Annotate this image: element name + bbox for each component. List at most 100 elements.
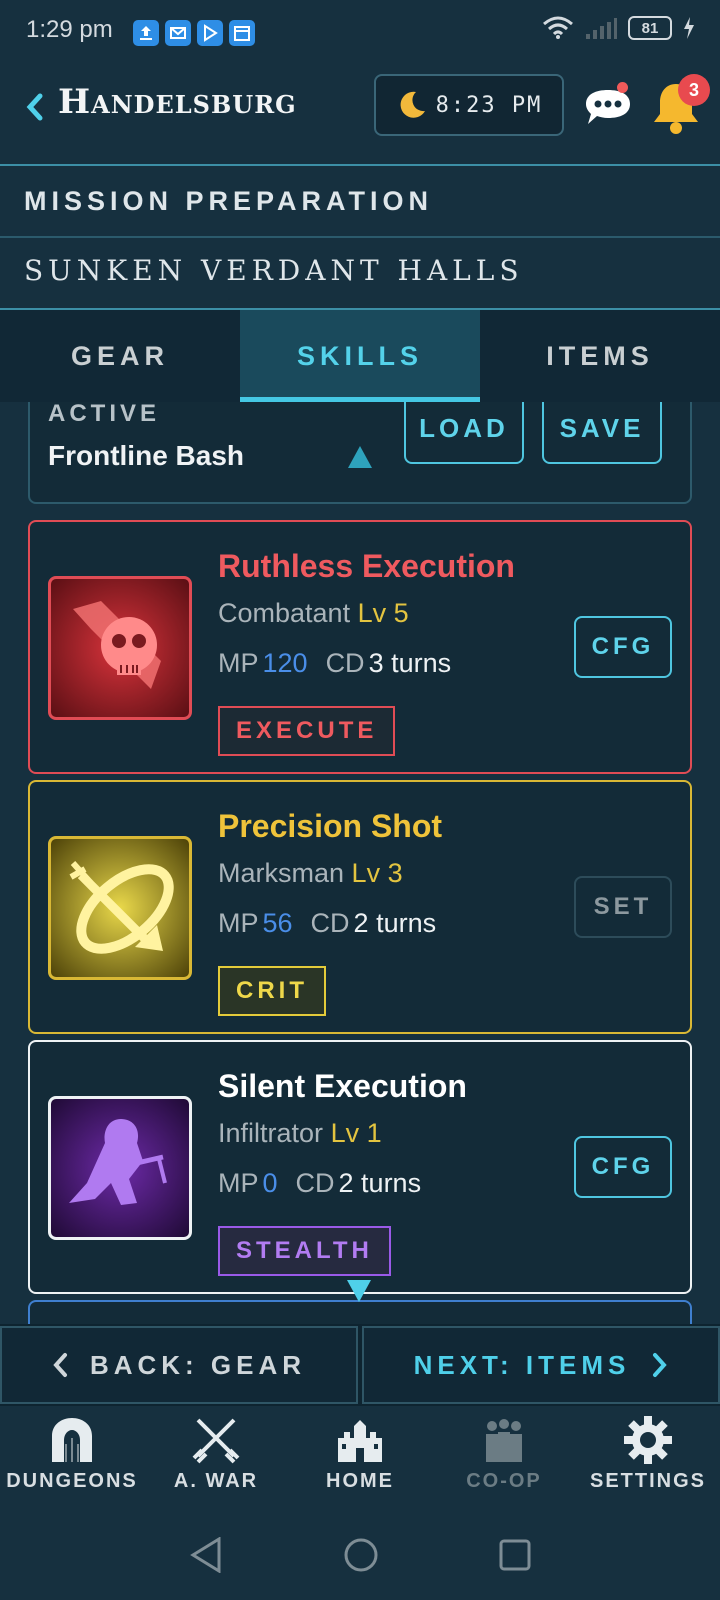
nav-label: CO-OP [466,1470,542,1492]
skill-stats: MP 56 CD 2 turns [218,908,436,939]
set-button[interactable]: SET [574,876,672,938]
back-gear-button[interactable]: BACK: GEAR [0,1326,358,1404]
back-chevron-icon[interactable] [26,92,44,122]
back-label: BACK: GEAR [89,1349,307,1380]
game-clock: 8:23 PM [374,74,564,136]
status-bar: 1:29 pm 81 [0,0,720,64]
notifications-button[interactable]: 3 [648,74,710,140]
chat-button[interactable] [580,82,636,138]
nav-alliance-war[interactable]: A. WAR [144,1406,288,1510]
load-button[interactable]: LOAD [404,402,524,464]
nav-label: HOME [326,1470,394,1492]
mission-prep-row: MISSION PREPARATION [0,166,720,236]
skill-card[interactable]: Ruthless Execution Combatant Lv 5 MP 120 C… [28,520,692,774]
skill-tag: EXECUTE [218,706,396,756]
cd-value: 2 turns [353,908,437,938]
skill-class-name: Infiltrator [218,1118,324,1148]
clock-time: 8:23 PM [435,92,543,118]
skill-class-name: Combatant [218,598,351,628]
skill-stats: MP 120 CD 3 turns [218,648,451,679]
skull-icon [48,576,192,720]
dungeon-name-row: SUNKEN VERDANT HALLS [0,238,720,308]
system-recents-icon[interactable] [499,1539,531,1571]
status-time: 1:29 pm [26,16,113,43]
dungeon-name: SUNKEN VERDANT HALLS [24,254,524,287]
nav-label: A. WAR [173,1470,259,1492]
signal-icon [586,18,617,39]
cd-value: 2 turns [338,1168,422,1198]
tab-gear[interactable]: GEAR [0,310,240,402]
mail-icon [165,20,191,46]
dungeon-gate-icon [52,1418,92,1462]
skill-tag: STEALTH [218,1226,391,1276]
calendar-icon [229,20,255,46]
play-store-icon [197,20,223,46]
nav-label: SETTINGS [589,1470,706,1492]
moon-icon [400,91,425,118]
skill-level: Lv 1 [330,1118,382,1148]
skill-card-partial[interactable] [28,1300,692,1324]
charging-icon [684,17,694,39]
cd-value: 3 turns [368,648,452,678]
skill-card[interactable]: Precision Shot Marksman Lv 3 MP 56 CD 2 tur… [28,780,692,1034]
skill-name: Precision Shot [218,808,443,844]
nav-coop[interactable]: CO-OP [432,1406,576,1510]
configure-button[interactable]: CFG [574,616,672,678]
scroll-down-icon[interactable] [347,1280,371,1302]
next-items-button[interactable]: NEXT: ITEMS [362,1326,720,1404]
nav-settings[interactable]: SETTINGS [576,1406,720,1510]
hooded-assassin-icon [48,1096,192,1240]
caret-up-icon[interactable] [348,446,372,468]
system-back-icon[interactable] [189,1537,223,1573]
tab-bar: GEAR SKILLS ITEMS [0,310,720,402]
mp-value: 56 [262,908,293,938]
skill-name: Silent Execution [218,1068,467,1104]
loadout-selector: ACTIVE Frontline Bash LOAD SAVE [28,402,692,504]
unread-dot [617,82,628,93]
app-header: Handelsburg 8:23 PM 3 [0,64,720,164]
skill-level: Lv 3 [351,858,403,888]
group-icon [486,1419,522,1462]
skill-tag: CRIT [218,966,326,1016]
cd-label: CD [325,648,365,678]
chat-bubble-icon [586,90,630,124]
chevron-left-icon [53,1353,67,1377]
skill-card[interactable]: Silent Execution Infiltrator Lv 1 MP 0 CD 2… [28,1040,692,1294]
upload-icon [133,20,159,46]
save-button[interactable]: SAVE [542,402,662,464]
next-label: NEXT: ITEMS [413,1349,631,1380]
skill-stats: MP 0 CD 2 turns [218,1168,421,1199]
skills-list[interactable]: ACTIVE Frontline Bash LOAD SAVE Ruthless… [0,402,720,1324]
section-title: MISSION PREPARATION [24,186,434,216]
skill-class: Marksman Lv 3 [218,858,403,889]
skill-name: Ruthless Execution [218,548,515,584]
tab-skills[interactable]: SKILLS [240,310,480,402]
mp-value: 120 [262,648,308,678]
notification-count-badge: 3 [678,74,710,106]
crossed-swords-icon [192,1418,240,1464]
mp-label: MP [218,648,259,678]
chevron-right-icon [653,1353,668,1377]
configure-button[interactable]: CFG [574,1136,672,1198]
loadout-label: ACTIVE [48,402,161,427]
skill-class: Combatant Lv 5 [218,598,409,629]
skill-class: Infiltrator Lv 1 [218,1118,382,1149]
wifi-icon [543,16,573,39]
arrow-target-icon [48,836,192,980]
gear-icon [624,1416,672,1464]
mp-label: MP [218,908,259,938]
nav-dungeons[interactable]: DUNGEONS [0,1406,144,1510]
cd-label: CD [310,908,350,938]
skill-class-name: Marksman [218,858,345,888]
loadout-dropdown[interactable]: Frontline Bash [48,440,244,472]
nav-home[interactable]: HOME [288,1406,432,1510]
system-navigation [0,1510,720,1600]
status-app-icons [133,20,255,46]
bottom-nav: DUNGEONS A. WAR HOME CO-OP SETTINGS [0,1406,720,1510]
nav-label: DUNGEONS [6,1470,138,1492]
mp-value: 0 [262,1168,278,1198]
system-home-icon[interactable] [343,1537,379,1573]
battery-indicator: 81 [628,16,672,40]
tab-items[interactable]: ITEMS [480,310,720,402]
status-indicators: 81 [542,16,696,40]
